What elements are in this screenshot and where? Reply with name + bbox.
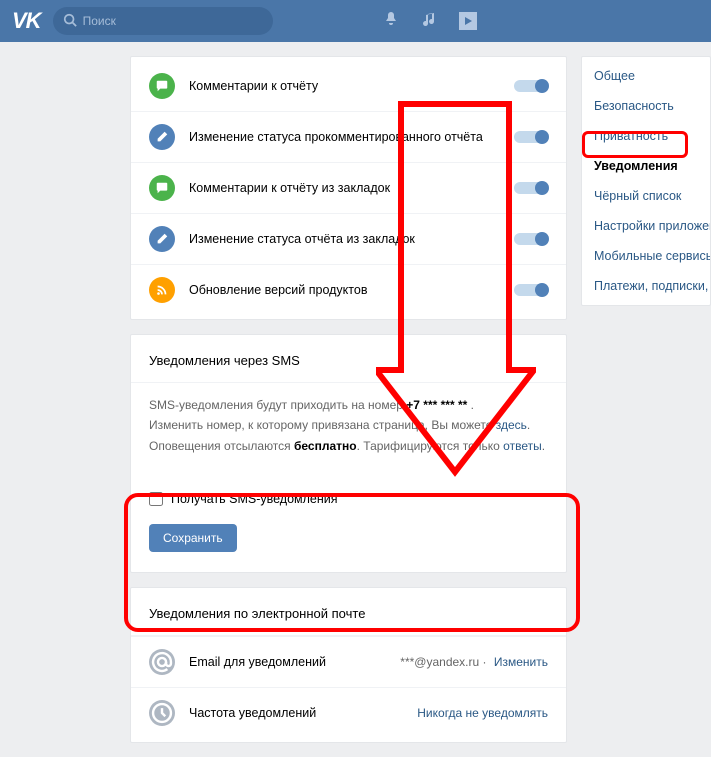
email-title: Уведомления по электронной почте bbox=[131, 592, 566, 636]
sidebar-item[interactable]: Платежи, подписки, переводы bbox=[582, 271, 710, 301]
header-icons bbox=[383, 11, 477, 32]
notif-label: Комментарии к отчёту из закладок bbox=[189, 181, 514, 195]
top-header: VK bbox=[0, 0, 711, 42]
sms-checkbox-row: Получать SMS-уведомления bbox=[131, 462, 566, 516]
sidebar-item[interactable]: Чёрный список bbox=[582, 181, 710, 211]
email-panel: Уведомления по электронной почте Email д… bbox=[130, 587, 567, 743]
email-address-label: Email для уведомлений bbox=[189, 655, 400, 669]
notif-row: Комментарии к отчёту bbox=[131, 61, 566, 111]
notif-label: Комментарии к отчёту bbox=[189, 79, 514, 93]
notif-label: Изменение статуса прокомментированного о… bbox=[189, 130, 514, 144]
email-address-value: ***@yandex.ru · Изменить bbox=[400, 655, 548, 669]
content-area: Комментарии к отчёту Изменение статуса пр… bbox=[0, 42, 711, 757]
notif-row: Обновление версий продуктов bbox=[131, 264, 566, 315]
email-freq-value[interactable]: Никогда не уведомлять bbox=[417, 706, 548, 720]
email-freq-row[interactable]: Частота уведомлений Никогда не уведомлят… bbox=[131, 687, 566, 738]
sidebar-item[interactable]: Безопасность bbox=[582, 91, 710, 121]
music-icon[interactable] bbox=[421, 11, 437, 32]
bell-icon[interactable] bbox=[383, 11, 399, 32]
pencil-icon bbox=[149, 124, 175, 150]
change-email-link[interactable]: Изменить bbox=[494, 655, 548, 669]
notif-row: Комментарии к отчёту из закладок bbox=[131, 162, 566, 213]
sidebar-item[interactable]: Уведомления bbox=[582, 151, 710, 181]
change-number-link[interactable]: здесь bbox=[496, 418, 527, 432]
sms-title: Уведомления через SMS bbox=[131, 339, 566, 383]
notif-types-panel: Комментарии к отчёту Изменение статуса пр… bbox=[130, 56, 567, 320]
clock-icon bbox=[149, 700, 175, 726]
search-icon bbox=[63, 13, 83, 30]
sidebar-item[interactable]: Настройки приложений bbox=[582, 211, 710, 241]
notif-row: Изменение статуса отчёта из закладок bbox=[131, 213, 566, 264]
chat-icon bbox=[149, 175, 175, 201]
sidebar-item[interactable]: Мобильные сервисы bbox=[582, 241, 710, 271]
play-icon[interactable] bbox=[459, 12, 477, 30]
sidebar-item[interactable]: Приватность bbox=[582, 121, 710, 151]
notif-toggle[interactable] bbox=[514, 233, 548, 245]
sms-checkbox-label: Получать SMS-уведомления bbox=[171, 492, 338, 506]
email-freq-label: Частота уведомлений bbox=[189, 706, 417, 720]
at-icon bbox=[149, 649, 175, 675]
sms-panel: Уведомления через SMS SMS-уведомления бу… bbox=[130, 334, 567, 573]
main-column: Комментарии к отчёту Изменение статуса пр… bbox=[130, 56, 567, 757]
sidebar-item[interactable]: Общее bbox=[582, 61, 710, 91]
sms-checkbox[interactable] bbox=[149, 492, 163, 506]
notif-label: Обновление версий продуктов bbox=[189, 283, 514, 297]
notif-toggle[interactable] bbox=[514, 284, 548, 296]
notif-row: Изменение статуса прокомментированного о… bbox=[131, 111, 566, 162]
notif-toggle[interactable] bbox=[514, 182, 548, 194]
save-button[interactable]: Сохранить bbox=[149, 524, 237, 552]
settings-sidebar: ОбщееБезопасностьПриватностьУведомленияЧ… bbox=[581, 56, 711, 306]
rss-icon bbox=[149, 277, 175, 303]
pencil-icon bbox=[149, 226, 175, 252]
search-input[interactable] bbox=[83, 14, 263, 28]
notif-toggle[interactable] bbox=[514, 80, 548, 92]
notif-label: Изменение статуса отчёта из закладок bbox=[189, 232, 514, 246]
vk-logo[interactable]: VK bbox=[8, 8, 53, 34]
save-row: Сохранить bbox=[131, 516, 566, 568]
chat-icon bbox=[149, 73, 175, 99]
search-box[interactable] bbox=[53, 7, 273, 35]
answers-link[interactable]: ответы bbox=[503, 439, 542, 453]
sms-body: SMS-уведомления будут приходить на номер… bbox=[131, 383, 566, 462]
notif-toggle[interactable] bbox=[514, 131, 548, 143]
email-address-row: Email для уведомлений ***@yandex.ru · Из… bbox=[131, 636, 566, 687]
